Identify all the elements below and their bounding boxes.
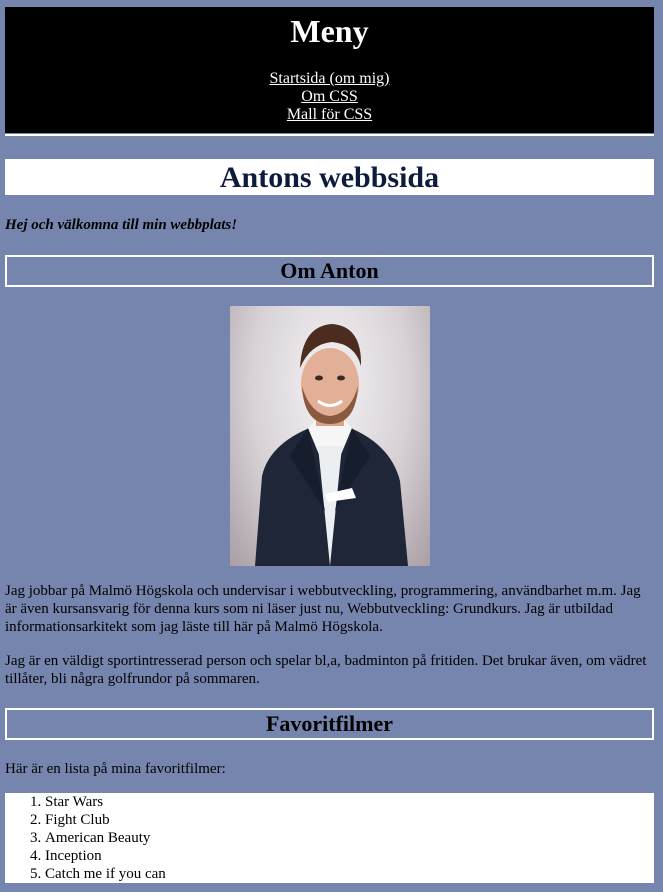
movies-heading: Favoritfilmer — [5, 708, 654, 740]
menu-link-om-css[interactable]: Om CSS — [5, 88, 654, 106]
movie-list-box: Star Wars Fight Club American Beauty Inc… — [5, 793, 654, 883]
portrait-illustration — [255, 324, 408, 566]
menu-link-mall-css[interactable]: Mall för CSS — [5, 106, 654, 124]
movies-intro: Här är en lista på mina favoritfilmer: — [5, 761, 226, 777]
list-item: Catch me if you can — [45, 865, 654, 883]
list-item: American Beauty — [45, 829, 654, 847]
movie-list: Star Wars Fight Club American Beauty Inc… — [5, 793, 654, 883]
menu-divider — [5, 134, 654, 136]
menu-box: Meny Startsida (om mig) Om CSS Mall för … — [5, 7, 654, 133]
list-item: Fight Club — [45, 811, 654, 829]
about-paragraph-2: Jag är en väldigt sportintresserad perso… — [5, 653, 647, 687]
menu-links: Startsida (om mig) Om CSS Mall för CSS — [5, 70, 654, 124]
page-title: Antons webbsida — [5, 159, 654, 195]
about-paragraph-1: Jag jobbar på Malmö Högskola och undervi… — [5, 583, 641, 635]
profile-photo — [230, 306, 430, 566]
menu-title: Meny — [290, 13, 369, 49]
welcome-text: Hej och välkomna till min webbplats! — [5, 217, 238, 233]
menu-link-startsida[interactable]: Startsida (om mig) — [5, 70, 654, 88]
list-item: Inception — [45, 847, 654, 865]
about-heading: Om Anton — [5, 255, 654, 287]
list-item: Star Wars — [45, 793, 654, 811]
